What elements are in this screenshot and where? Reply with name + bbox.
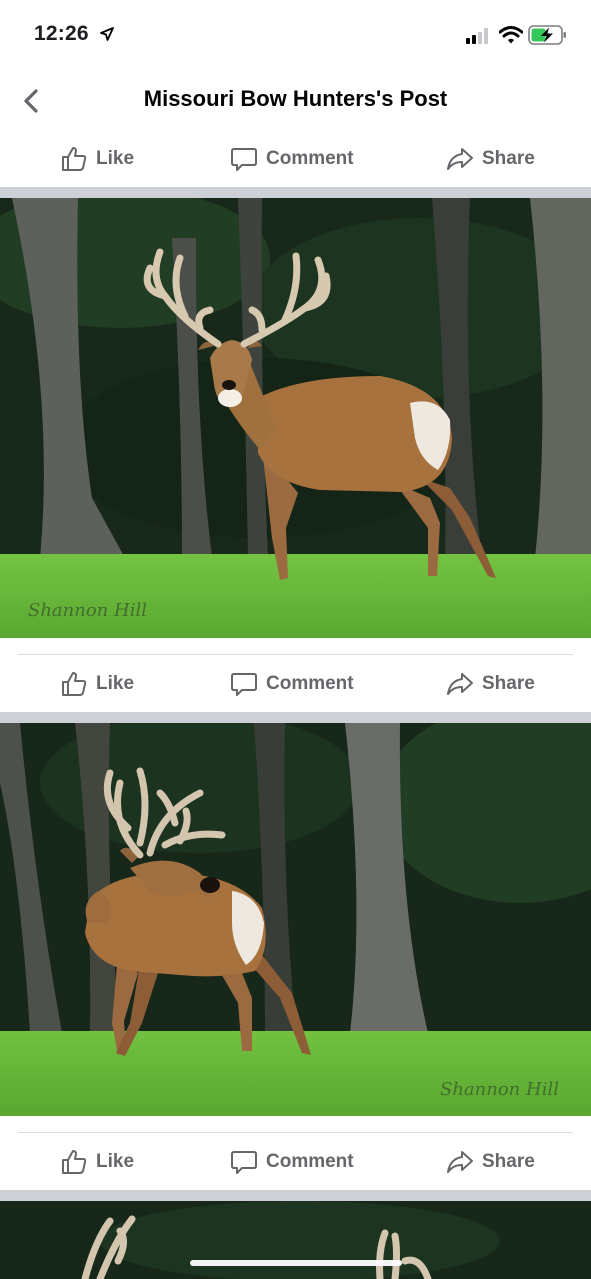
post-separator [0,1190,591,1201]
action-bar: Like Comment Share [0,131,591,187]
thumbs-up-icon [62,1150,87,1174]
photo-watermark: Shannon Hill [440,1079,559,1100]
divider [18,1132,573,1133]
photo-deer-partial[interactable] [0,1201,591,1279]
divider [18,654,573,655]
share-label: Share [482,1151,535,1172]
comment-label: Comment [266,148,354,169]
wifi-icon [499,26,523,44]
comment-button[interactable]: Comment [230,131,354,187]
post-separator [0,712,591,723]
share-label: Share [482,148,535,169]
share-arrow-icon [447,673,473,695]
share-arrow-icon [447,1151,473,1173]
comment-button[interactable]: Comment [230,656,354,712]
status-bar: 12:26 [0,0,591,70]
post-separator [0,187,591,198]
location-arrow-icon [100,27,114,41]
like-button[interactable]: Like [60,1134,134,1190]
action-bar: Like Comment Share [0,1134,591,1190]
post-header: Missouri Bow Hunters's Post [0,70,591,133]
thumbs-up-icon [62,672,87,696]
photo-deer-looking-back[interactable]: Shannon Hill [0,723,591,1116]
home-indicator[interactable] [190,1260,402,1266]
like-label: Like [96,1151,135,1172]
comment-button[interactable]: Comment [230,1134,354,1190]
share-label: Share [482,673,535,694]
battery-charging-icon [528,25,566,45]
comment-icon [231,1151,257,1174]
like-label: Like [96,673,135,694]
like-button[interactable]: Like [60,131,134,187]
action-bar: Like Comment Share [0,656,591,712]
thumbs-up-icon [62,147,87,171]
comment-icon [231,673,257,696]
share-button[interactable]: Share [446,131,535,187]
page-title: Missouri Bow Hunters's Post [143,86,448,111]
share-button[interactable]: Share [446,1134,535,1190]
status-time: 12:26 [34,22,89,45]
photo-deer-standing[interactable]: Shannon Hill [0,198,591,638]
share-button[interactable]: Share [446,656,535,712]
share-arrow-icon [447,148,473,170]
cellular-signal-icon [466,28,488,44]
like-button[interactable]: Like [60,656,134,712]
comment-label: Comment [266,1151,354,1172]
photo-watermark: Shannon Hill [28,600,147,621]
comment-label: Comment [266,673,354,694]
like-label: Like [96,148,135,169]
comment-icon [231,148,257,171]
